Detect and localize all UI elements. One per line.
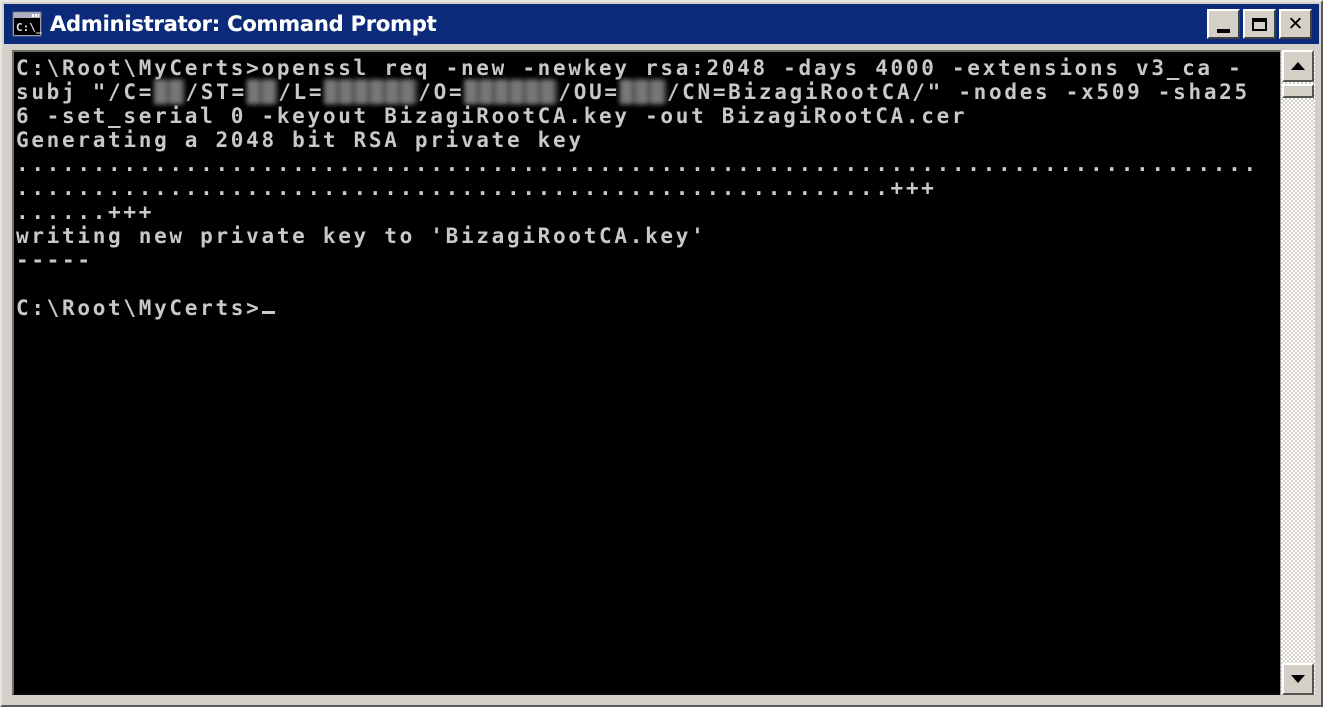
redacted-value: ██ [246,80,279,104]
console-icon[interactable]: C:\_ [12,11,43,37]
minimize-button[interactable] [1207,9,1240,39]
console-text: C:\Root\MyCerts>openssl req -new -newkey… [16,56,1259,320]
scroll-down-arrow-icon [1291,675,1305,683]
maximize-button[interactable] [1243,9,1276,39]
minimize-icon [1209,11,1238,37]
redacted-value: ██ [154,80,186,104]
window-title: Administrator: Command Prompt [50,12,437,36]
close-icon: ✕ [1287,12,1304,35]
redacted-value: ███ [619,80,667,104]
scroll-thumb[interactable] [1282,84,1314,98]
command-prompt-window: C:\_ Administrator: Command Prompt ✕ C:\… [0,0,1323,707]
close-button[interactable]: ✕ [1279,9,1312,39]
console-icon-svg: C:\_ [12,11,43,37]
redacted-value: ██████ [324,80,419,104]
scroll-down-button[interactable] [1282,663,1314,695]
maximize-icon [1245,11,1274,37]
console-output-area[interactable]: C:\Root\MyCerts>openssl req -new -newkey… [12,50,1282,695]
title-bar[interactable]: C:\_ Administrator: Command Prompt ✕ [4,4,1319,44]
scroll-up-arrow-icon [1291,62,1305,70]
terminal-cursor [261,311,275,314]
scroll-up-button[interactable] [1282,50,1314,82]
window-controls: ✕ [1207,9,1315,39]
svg-text:C:\_: C:\_ [16,21,42,34]
vertical-scrollbar[interactable] [1280,50,1315,695]
redacted-value: ██████ [464,80,559,104]
